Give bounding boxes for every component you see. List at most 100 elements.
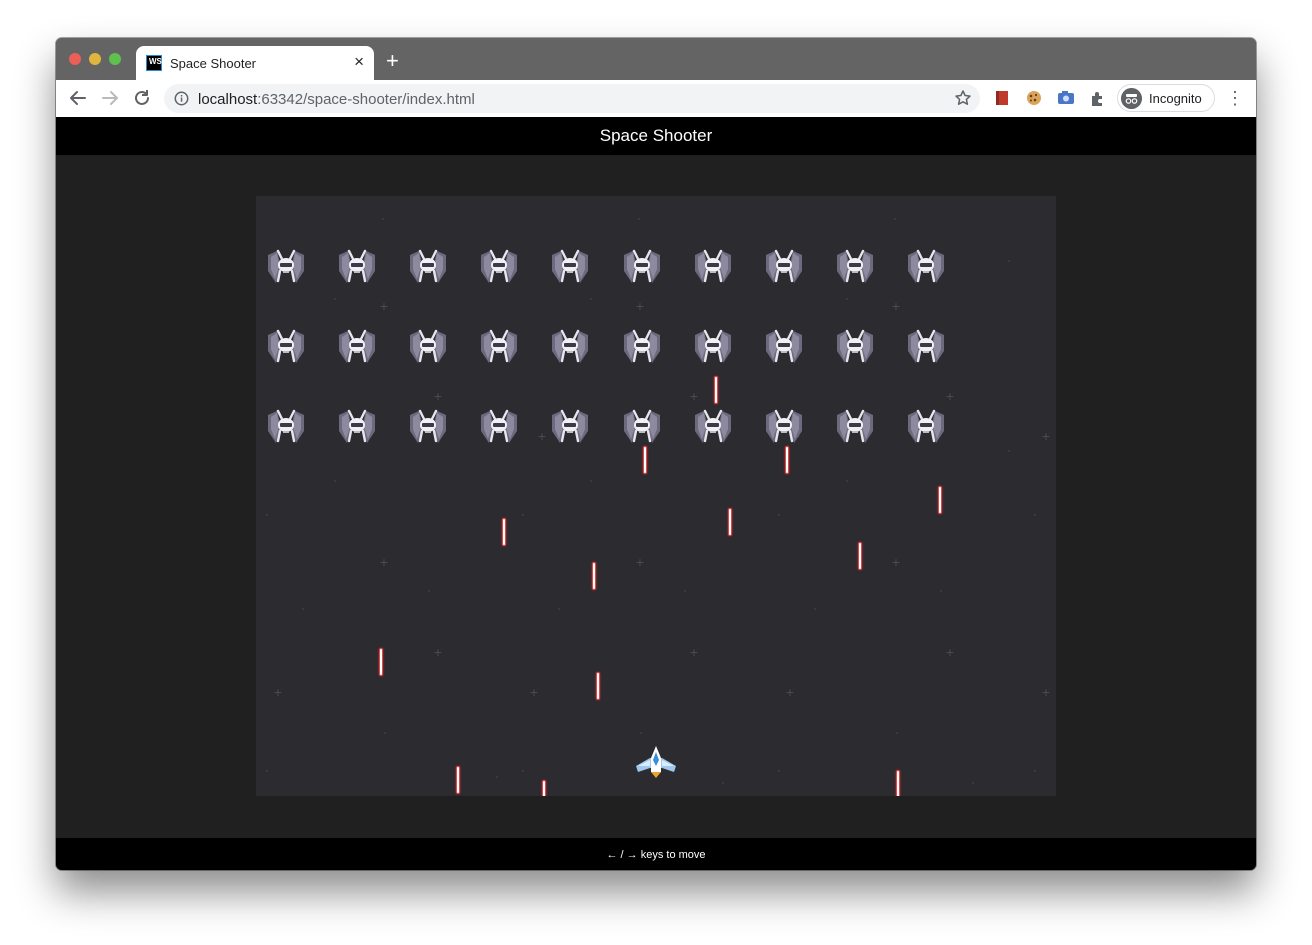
minimize-window-button[interactable] bbox=[89, 53, 101, 65]
enemy-ship bbox=[407, 407, 449, 447]
forward-arrow-icon[interactable] bbox=[99, 87, 121, 109]
background-star bbox=[590, 298, 592, 300]
enemy-ship bbox=[692, 407, 734, 447]
url-host: localhost bbox=[198, 91, 258, 108]
book-extension-icon[interactable] bbox=[993, 89, 1011, 107]
info-icon[interactable] bbox=[174, 91, 189, 106]
background-star bbox=[896, 732, 898, 734]
enemy-ship bbox=[478, 327, 520, 367]
game-canvas[interactable]: +++++++++++++++++++ bbox=[256, 196, 1056, 796]
background-star: + bbox=[785, 684, 795, 700]
background-star bbox=[638, 218, 640, 220]
tab-title: Space Shooter bbox=[170, 56, 257, 71]
bookmark-star-icon[interactable] bbox=[954, 89, 972, 107]
background-star bbox=[558, 608, 560, 610]
enemy-ship bbox=[834, 407, 876, 447]
enemy-ship bbox=[621, 407, 663, 447]
background-star: + bbox=[433, 388, 443, 404]
background-star: + bbox=[891, 298, 901, 314]
background-star bbox=[590, 480, 592, 482]
puzzle-extensions-icon[interactable] bbox=[1089, 89, 1107, 107]
enemy-ship bbox=[549, 327, 591, 367]
background-star: + bbox=[537, 428, 547, 444]
laser-bullet bbox=[592, 562, 596, 590]
background-star bbox=[334, 298, 336, 300]
background-star bbox=[1034, 770, 1036, 772]
enemy-ship bbox=[478, 247, 520, 287]
background-star: + bbox=[379, 554, 389, 570]
background-star: + bbox=[635, 554, 645, 570]
cookie-extension-icon[interactable] bbox=[1025, 89, 1043, 107]
laser-bullet bbox=[938, 486, 942, 514]
laser-bullet bbox=[502, 518, 506, 546]
background-star bbox=[894, 218, 896, 220]
maximize-window-button[interactable] bbox=[109, 53, 121, 65]
background-star bbox=[778, 770, 780, 772]
background-star bbox=[266, 514, 268, 516]
background-star: + bbox=[1041, 684, 1051, 700]
enemy-ship bbox=[407, 247, 449, 287]
background-star: + bbox=[689, 644, 699, 660]
laser-bullet bbox=[785, 446, 789, 474]
laser-bullet bbox=[542, 780, 546, 796]
close-window-button[interactable] bbox=[69, 53, 81, 65]
background-star bbox=[302, 608, 304, 610]
background-star bbox=[684, 590, 686, 592]
enemy-ship bbox=[265, 247, 307, 287]
enemy-ship bbox=[905, 247, 947, 287]
laser-bullet bbox=[728, 508, 732, 536]
background-star bbox=[940, 590, 942, 592]
enemy-ship bbox=[549, 247, 591, 287]
back-arrow-icon[interactable] bbox=[67, 87, 89, 109]
enemy-ship bbox=[336, 407, 378, 447]
background-star: + bbox=[891, 554, 901, 570]
background-star: + bbox=[689, 388, 699, 404]
background-star bbox=[846, 298, 848, 300]
laser-bullet bbox=[714, 376, 718, 404]
enemy-ship bbox=[478, 407, 520, 447]
enemy-ship bbox=[265, 407, 307, 447]
background-star bbox=[334, 480, 336, 482]
incognito-profile-button[interactable]: Incognito bbox=[1117, 84, 1215, 112]
new-tab-button[interactable]: + bbox=[386, 50, 399, 72]
enemy-ship bbox=[905, 407, 947, 447]
background-star bbox=[1008, 450, 1010, 452]
address-bar[interactable]: localhost:63342/space-shooter/index.html bbox=[164, 84, 980, 113]
enemy-ship bbox=[265, 327, 307, 367]
camera-extension-icon[interactable] bbox=[1057, 89, 1075, 107]
enemy-ship bbox=[692, 247, 734, 287]
enemy-ship bbox=[834, 247, 876, 287]
enemy-ship bbox=[549, 407, 591, 447]
enemy-ship bbox=[763, 407, 805, 447]
background-star: + bbox=[433, 644, 443, 660]
background-star bbox=[428, 590, 430, 592]
background-star: + bbox=[273, 684, 283, 700]
laser-bullet bbox=[858, 542, 862, 570]
tab-close-icon[interactable]: × bbox=[354, 53, 364, 71]
url-text: localhost:63342/space-shooter/index.html bbox=[198, 91, 475, 108]
url-path: :63342/space-shooter/index.html bbox=[257, 91, 475, 108]
background-star bbox=[382, 218, 384, 220]
background-star: + bbox=[529, 684, 539, 700]
laser-bullet bbox=[379, 648, 383, 676]
enemy-ship bbox=[621, 327, 663, 367]
laser-bullet bbox=[896, 770, 900, 796]
background-star: + bbox=[945, 388, 955, 404]
page-title: Space Shooter bbox=[56, 117, 1256, 155]
background-star bbox=[522, 770, 524, 772]
background-star: + bbox=[379, 298, 389, 314]
page-content: Space Shooter +++++++++++++++++++ ← / → … bbox=[56, 117, 1256, 870]
background-star bbox=[1008, 260, 1010, 262]
background-star bbox=[722, 782, 724, 784]
incognito-label: Incognito bbox=[1149, 91, 1202, 106]
controls-hint: ← / → keys to move bbox=[56, 838, 1256, 870]
reload-icon[interactable] bbox=[131, 87, 153, 109]
background-star: + bbox=[635, 298, 645, 314]
browser-menu-icon[interactable]: ⋮ bbox=[1226, 88, 1244, 108]
browser-window: WS Space Shooter × + localhost:63342/spa… bbox=[56, 38, 1256, 870]
enemy-ship bbox=[905, 327, 947, 367]
laser-bullet bbox=[643, 446, 647, 474]
background-star bbox=[846, 480, 848, 482]
enemy-ship bbox=[763, 247, 805, 287]
browser-tab[interactable]: WS Space Shooter × bbox=[136, 46, 374, 80]
